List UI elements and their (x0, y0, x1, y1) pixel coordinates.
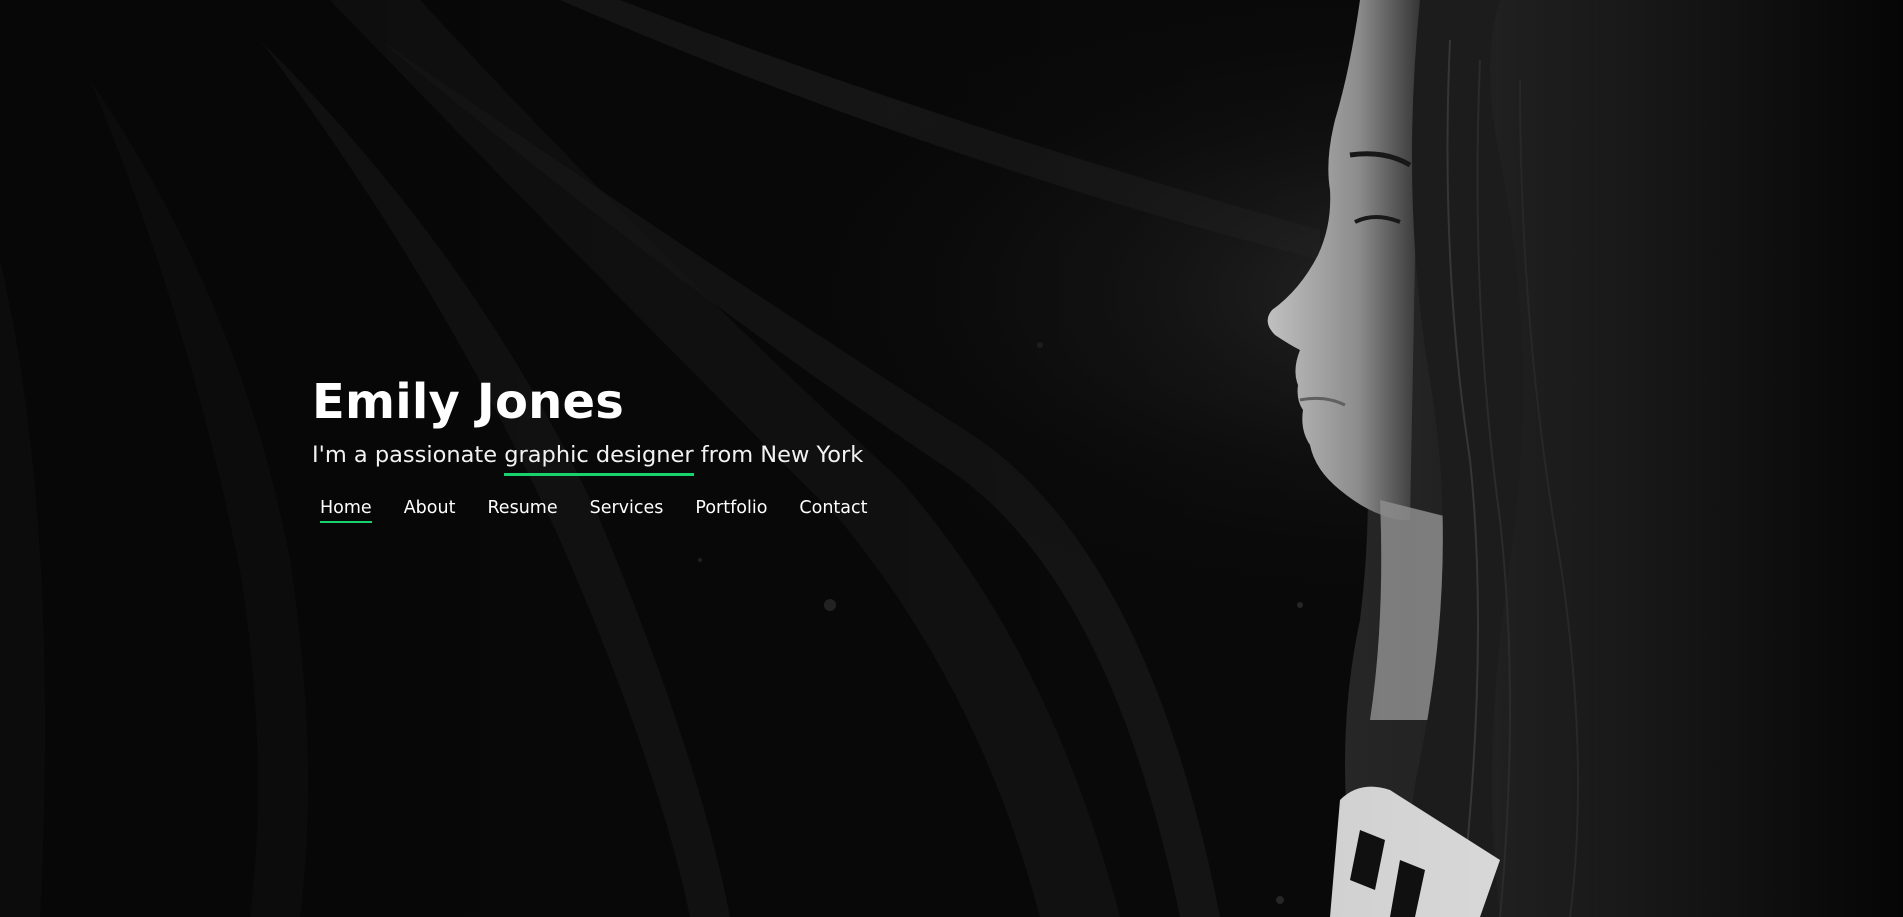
main-nav: Home About Resume Services Portfolio Con… (312, 498, 900, 523)
nav-item-contact[interactable]: Contact (799, 498, 867, 518)
hero-section: Emily Jones I'm a passionate graphic des… (0, 0, 1903, 917)
nav-item-portfolio[interactable]: Portfolio (695, 498, 767, 518)
nav-item-home[interactable]: Home (320, 498, 372, 523)
nav-item-about[interactable]: About (404, 498, 456, 518)
tagline-prefix: I'm a passionate (312, 442, 505, 468)
nav-item-resume[interactable]: Resume (487, 498, 557, 518)
nav-item-services[interactable]: Services (590, 498, 664, 518)
hero-intro: Emily Jones I'm a passionate graphic des… (312, 370, 900, 523)
hero-tagline: I'm a passionate graphic designer from N… (312, 440, 900, 476)
hero-name: Emily Jones (312, 374, 625, 430)
hero-overlay (0, 0, 1903, 917)
tagline-suffix: from New York (693, 442, 864, 468)
tagline-typed-text: graphic designer (504, 442, 694, 476)
